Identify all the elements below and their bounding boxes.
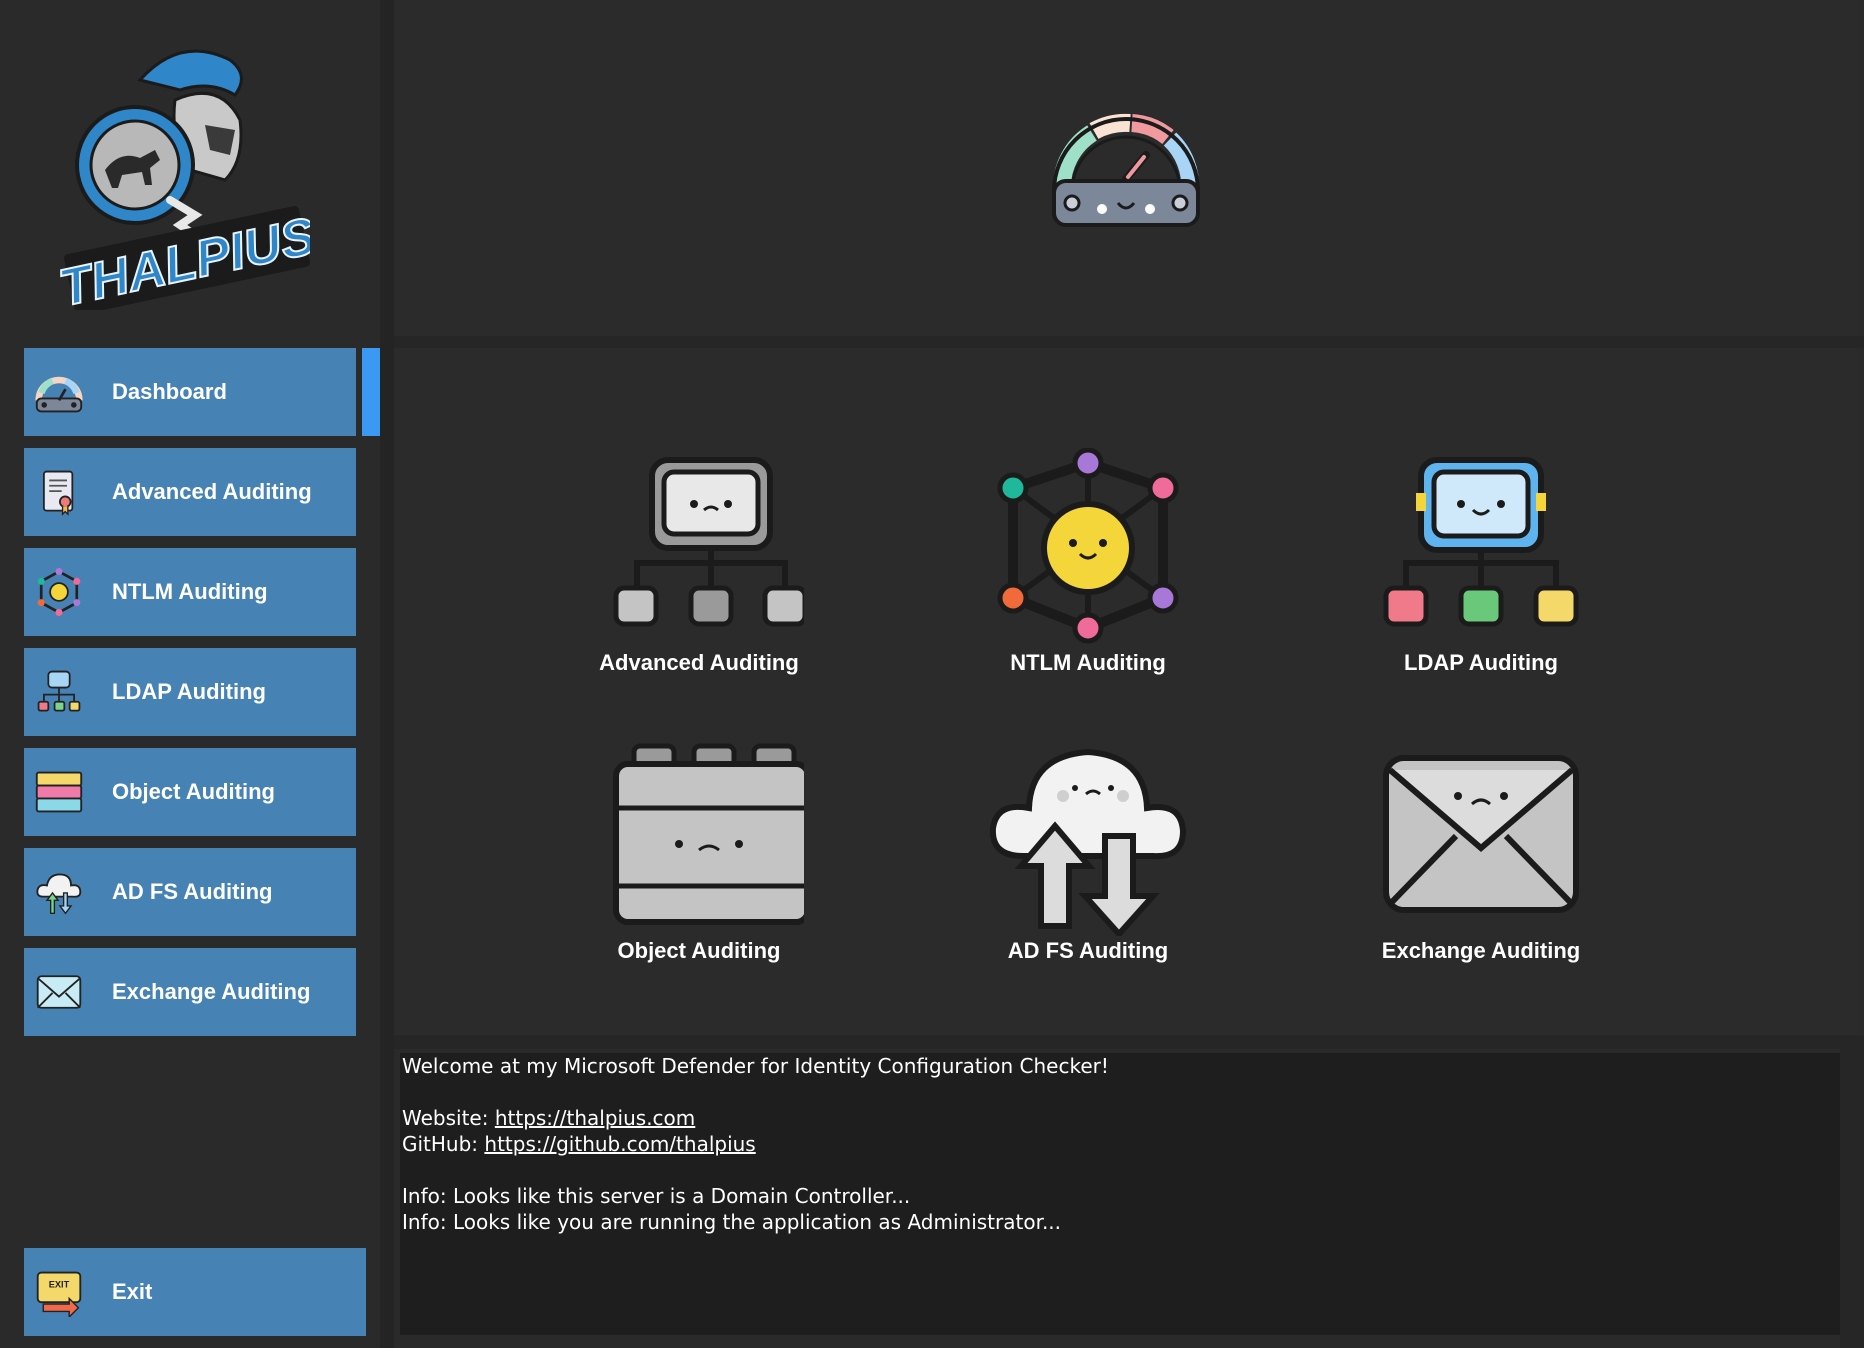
github-prefix: GitHub: — [402, 1132, 485, 1156]
nav-adfs-auditing-button[interactable]: AD FS Auditing — [24, 848, 356, 936]
tile-ldap-auditing[interactable]: LDAP Auditing — [1356, 448, 1606, 678]
ldap-hierarchy-icon — [1383, 457, 1579, 627]
advanced-auditing-hierarchy-icon — [613, 457, 804, 627]
tile-exchange-auditing[interactable]: Exchange Auditing — [1356, 736, 1606, 966]
layers-icon — [32, 765, 86, 819]
nav-ldap-auditing-label: LDAP Auditing — [112, 679, 266, 704]
network-hub-icon — [32, 565, 86, 619]
nav-dashboard-button[interactable]: Dashboard — [24, 348, 356, 436]
object-blocks-icon — [613, 743, 804, 925]
github-link[interactable]: https://github.com/thalpius — [484, 1132, 755, 1156]
sidebar: THALPIUS Dashboard Advanced Auditing NTL… — [0, 0, 382, 1348]
website-link[interactable]: https://thalpius.com — [495, 1106, 695, 1130]
active-nav-indicator — [362, 348, 382, 436]
hierarchy-icon — [32, 665, 86, 719]
nav-object-auditing-button[interactable]: Object Auditing — [24, 748, 356, 836]
cloud-sync-icon — [32, 865, 86, 919]
dashboard-gauge-icon — [1050, 105, 1202, 235]
console-info-admin: Info: Looks like you are running the app… — [402, 1210, 1062, 1234]
tile-exchange-auditing-label: Exchange Auditing — [1381, 938, 1581, 963]
tile-object-auditing[interactable]: Object Auditing — [574, 736, 824, 966]
console-scroll-edge — [1840, 1049, 1864, 1348]
tile-adfs-auditing-label: AD FS Auditing — [1007, 938, 1169, 963]
nav-ntlm-auditing-button[interactable]: NTLM Auditing — [24, 548, 356, 636]
nav-object-auditing-label: Object Auditing — [112, 779, 275, 804]
tile-advanced-auditing-label: Advanced Auditing — [599, 650, 799, 675]
panel-separator — [394, 336, 1864, 348]
website-prefix: Website: — [402, 1106, 495, 1130]
tile-ntlm-auditing[interactable]: NTLM Auditing — [963, 448, 1213, 678]
nav-ntlm-auditing-label: NTLM Auditing — [112, 579, 268, 604]
svg-text:EXIT: EXIT — [49, 1279, 70, 1289]
certificate-icon — [32, 465, 86, 519]
tile-object-auditing-label: Object Auditing — [617, 938, 781, 963]
console-github-line: GitHub: https://github.com/thalpius — [402, 1131, 1838, 1157]
nav-exchange-auditing-label: Exchange Auditing — [112, 979, 311, 1004]
gauge-icon — [32, 365, 86, 419]
exchange-envelope-icon — [1383, 755, 1579, 913]
panel-separator-2 — [394, 1035, 1864, 1049]
nav-advanced-auditing-label: Advanced Auditing — [112, 479, 312, 504]
nav-ldap-auditing-button[interactable]: LDAP Auditing — [24, 648, 356, 736]
tile-ldap-auditing-label: LDAP Auditing — [1404, 650, 1558, 675]
tile-ntlm-auditing-label: NTLM Auditing — [1010, 650, 1166, 675]
console-welcome-line: Welcome at my Microsoft Defender for Ide… — [402, 1054, 1109, 1078]
console-info-dc: Info: Looks like this server is a Domain… — [402, 1184, 911, 1208]
console-output[interactable]: Welcome at my Microsoft Defender for Ide… — [400, 1053, 1840, 1335]
exit-button[interactable]: EXIT Exit — [24, 1248, 366, 1336]
thalpius-logo: THALPIUS — [53, 40, 322, 319]
console-website-line: Website: https://thalpius.com — [402, 1105, 1838, 1131]
exit-sign-icon: EXIT — [32, 1265, 86, 1319]
nav-adfs-auditing-label: AD FS Auditing — [112, 879, 273, 904]
tile-adfs-auditing[interactable]: AD FS Auditing — [963, 736, 1213, 966]
exit-label: Exit — [112, 1279, 153, 1304]
nav-dashboard-label: Dashboard — [112, 379, 227, 404]
sidebar-divider — [380, 0, 394, 1348]
envelope-icon — [32, 965, 86, 1019]
adfs-cloud-icon — [989, 748, 1187, 936]
nav-exchange-auditing-button[interactable]: Exchange Auditing — [24, 948, 356, 1036]
tile-advanced-auditing[interactable]: Advanced Auditing — [574, 448, 824, 678]
nav-advanced-auditing-button[interactable]: Advanced Auditing — [24, 448, 356, 536]
ntlm-network-icon — [997, 448, 1179, 644]
